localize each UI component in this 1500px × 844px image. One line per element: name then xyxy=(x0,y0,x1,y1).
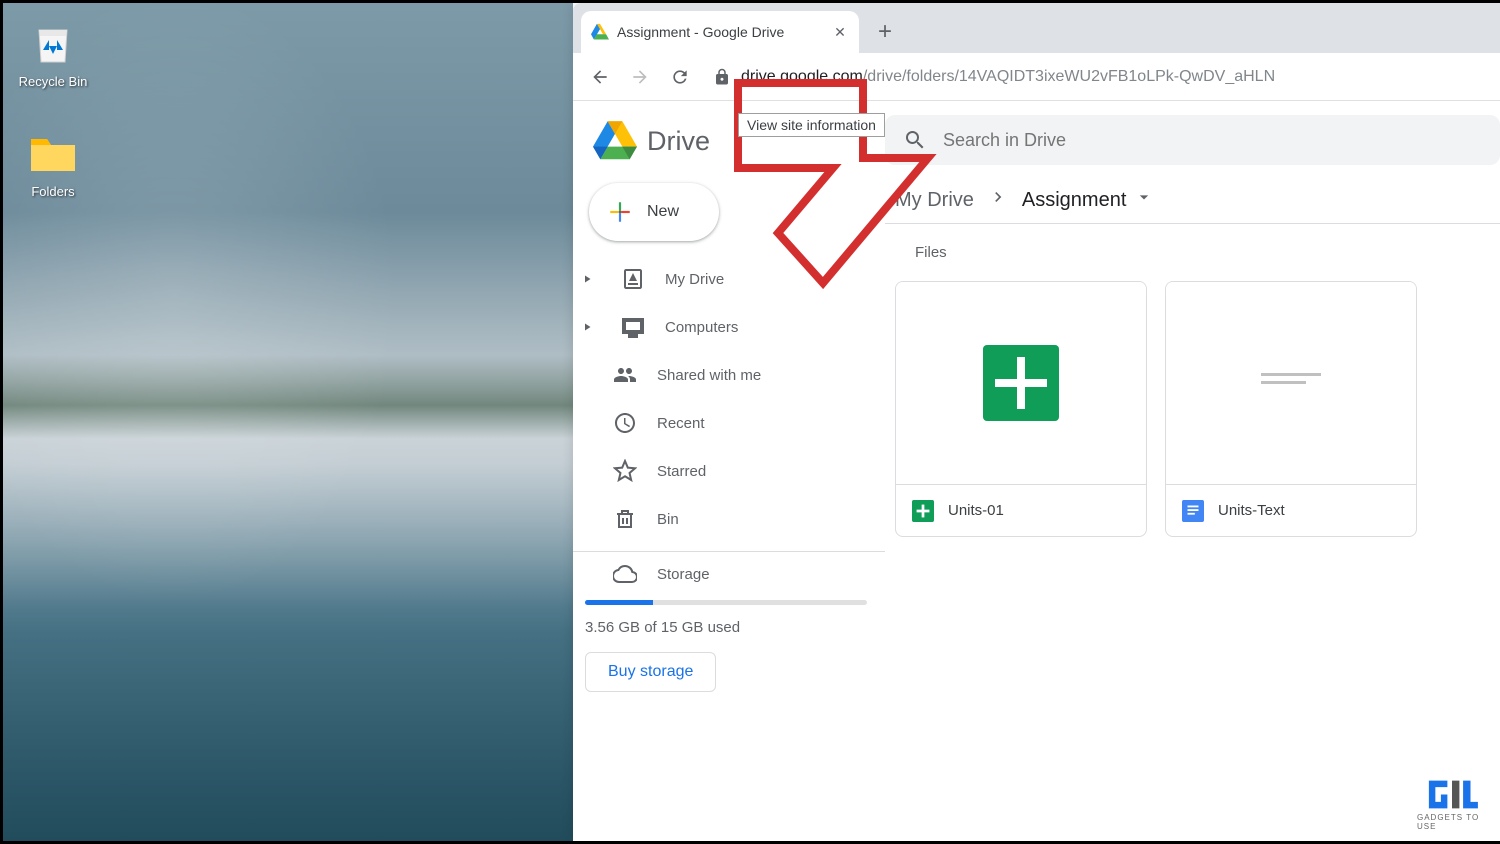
storage-fill xyxy=(585,600,653,605)
back-button[interactable] xyxy=(583,60,617,94)
star-icon xyxy=(613,459,637,483)
breadcrumb-dropdown[interactable] xyxy=(1134,187,1154,213)
reload-button[interactable] xyxy=(663,60,697,94)
folders-desktop-icon[interactable]: Folders xyxy=(13,133,93,199)
drive-favicon xyxy=(591,23,609,41)
sidebar: Drive New My xyxy=(573,101,885,841)
expand-arrow-icon[interactable] xyxy=(573,273,601,285)
search-input[interactable] xyxy=(943,130,1482,151)
recycle-bin-label: Recycle Bin xyxy=(13,74,93,89)
url-path: /drive/folders/14VAQIDT3ixeWU2vFB1oLPk-Q… xyxy=(863,68,1275,85)
sidebar-label: Starred xyxy=(657,463,706,480)
search-icon xyxy=(903,128,927,152)
folders-label: Folders xyxy=(13,184,93,199)
arrow-left-icon xyxy=(590,67,610,87)
file-preview xyxy=(1166,282,1416,484)
files-section-label: Files xyxy=(885,224,1500,281)
watermark-logo xyxy=(1422,776,1482,813)
new-button[interactable]: New xyxy=(589,183,719,241)
search-bar[interactable] xyxy=(885,115,1500,165)
reload-icon xyxy=(670,67,690,87)
file-grid: Units-01 xyxy=(885,281,1500,537)
sidebar-item-computers[interactable]: Computers xyxy=(573,303,871,351)
file-footer: Units-Text xyxy=(1166,484,1416,536)
tab-strip: Assignment - Google Drive ✕ + xyxy=(573,3,1500,53)
shared-icon xyxy=(613,363,637,387)
file-card-docs[interactable]: Units-Text xyxy=(1165,281,1417,537)
sidebar-item-my-drive[interactable]: My Drive xyxy=(573,255,871,303)
url-host: drive.google.com xyxy=(741,68,863,85)
sheets-preview-icon xyxy=(983,345,1059,421)
expand-arrow-icon[interactable] xyxy=(573,321,601,333)
sidebar-item-recent[interactable]: Recent xyxy=(573,399,871,447)
chevron-right-icon xyxy=(988,187,1008,213)
arrow-right-icon xyxy=(630,67,650,87)
my-drive-icon xyxy=(621,267,645,291)
sidebar-label: My Drive xyxy=(665,271,724,288)
plus-icon xyxy=(607,199,633,225)
drive-logo-text: Drive xyxy=(647,126,710,157)
storage-used-text: 3.56 GB of 15 GB used xyxy=(585,619,867,636)
cloud-icon xyxy=(613,562,637,586)
recycle-bin-glyph xyxy=(29,18,77,66)
file-name: Units-Text xyxy=(1218,502,1285,519)
tab-close-button[interactable]: ✕ xyxy=(831,23,849,41)
watermark-text: GADGETS TO USE xyxy=(1417,813,1487,831)
file-card-sheets[interactable]: Units-01 xyxy=(895,281,1147,537)
breadcrumb-current[interactable]: Assignment xyxy=(1022,189,1127,212)
sidebar-label: Computers xyxy=(665,319,738,336)
drive-body: Drive New My xyxy=(573,101,1500,841)
file-footer: Units-01 xyxy=(896,484,1146,536)
computers-icon xyxy=(621,315,645,339)
breadcrumb-root[interactable]: My Drive xyxy=(895,189,974,212)
tab-title: Assignment - Google Drive xyxy=(617,24,823,40)
recycle-bin-icon[interactable]: Recycle Bin xyxy=(13,18,93,89)
breadcrumb: My Drive Assignment xyxy=(885,165,1500,224)
docs-icon xyxy=(1182,500,1204,522)
recent-icon xyxy=(613,411,637,435)
watermark: GADGETS TO USE xyxy=(1417,776,1487,831)
new-button-label: New xyxy=(647,203,679,221)
sidebar-item-starred[interactable]: Starred xyxy=(573,447,871,495)
storage-bar xyxy=(585,600,867,605)
file-preview xyxy=(896,282,1146,484)
sheets-icon xyxy=(912,500,934,522)
forward-button[interactable] xyxy=(623,60,657,94)
browser-toolbar: drive.google.com/drive/folders/14VAQIDT3… xyxy=(573,53,1500,101)
desktop-background: Recycle Bin Folders xyxy=(3,3,573,841)
drive-logo-icon xyxy=(593,121,637,161)
browser-window: Assignment - Google Drive ✕ + drive.goog… xyxy=(573,3,1500,841)
sidebar-item-shared[interactable]: Shared with me xyxy=(573,351,871,399)
site-info-tooltip: View site information xyxy=(738,113,885,137)
new-tab-button[interactable]: + xyxy=(869,16,901,48)
storage-label: Storage xyxy=(657,566,710,583)
address-bar[interactable]: drive.google.com/drive/folders/14VAQIDT3… xyxy=(703,59,1490,95)
folder-glyph xyxy=(29,133,77,173)
buy-storage-button[interactable]: Buy storage xyxy=(585,652,716,692)
file-name: Units-01 xyxy=(948,502,1004,519)
browser-tab[interactable]: Assignment - Google Drive ✕ xyxy=(581,11,859,53)
url-text: drive.google.com/drive/folders/14VAQIDT3… xyxy=(741,68,1275,86)
sidebar-label: Shared with me xyxy=(657,367,761,384)
sidebar-item-storage[interactable]: Storage xyxy=(585,562,867,586)
sidebar-divider xyxy=(573,551,885,552)
storage-section: Storage 3.56 GB of 15 GB used Buy storag… xyxy=(573,562,885,692)
main-panel: My Drive Assignment Files xyxy=(885,101,1500,841)
trash-icon xyxy=(613,507,637,531)
lock-icon[interactable] xyxy=(713,68,731,86)
sidebar-label: Bin xyxy=(657,511,679,528)
sidebar-item-bin[interactable]: Bin xyxy=(573,495,871,543)
docs-preview-lines xyxy=(1261,373,1321,393)
sidebar-label: Recent xyxy=(657,415,705,432)
